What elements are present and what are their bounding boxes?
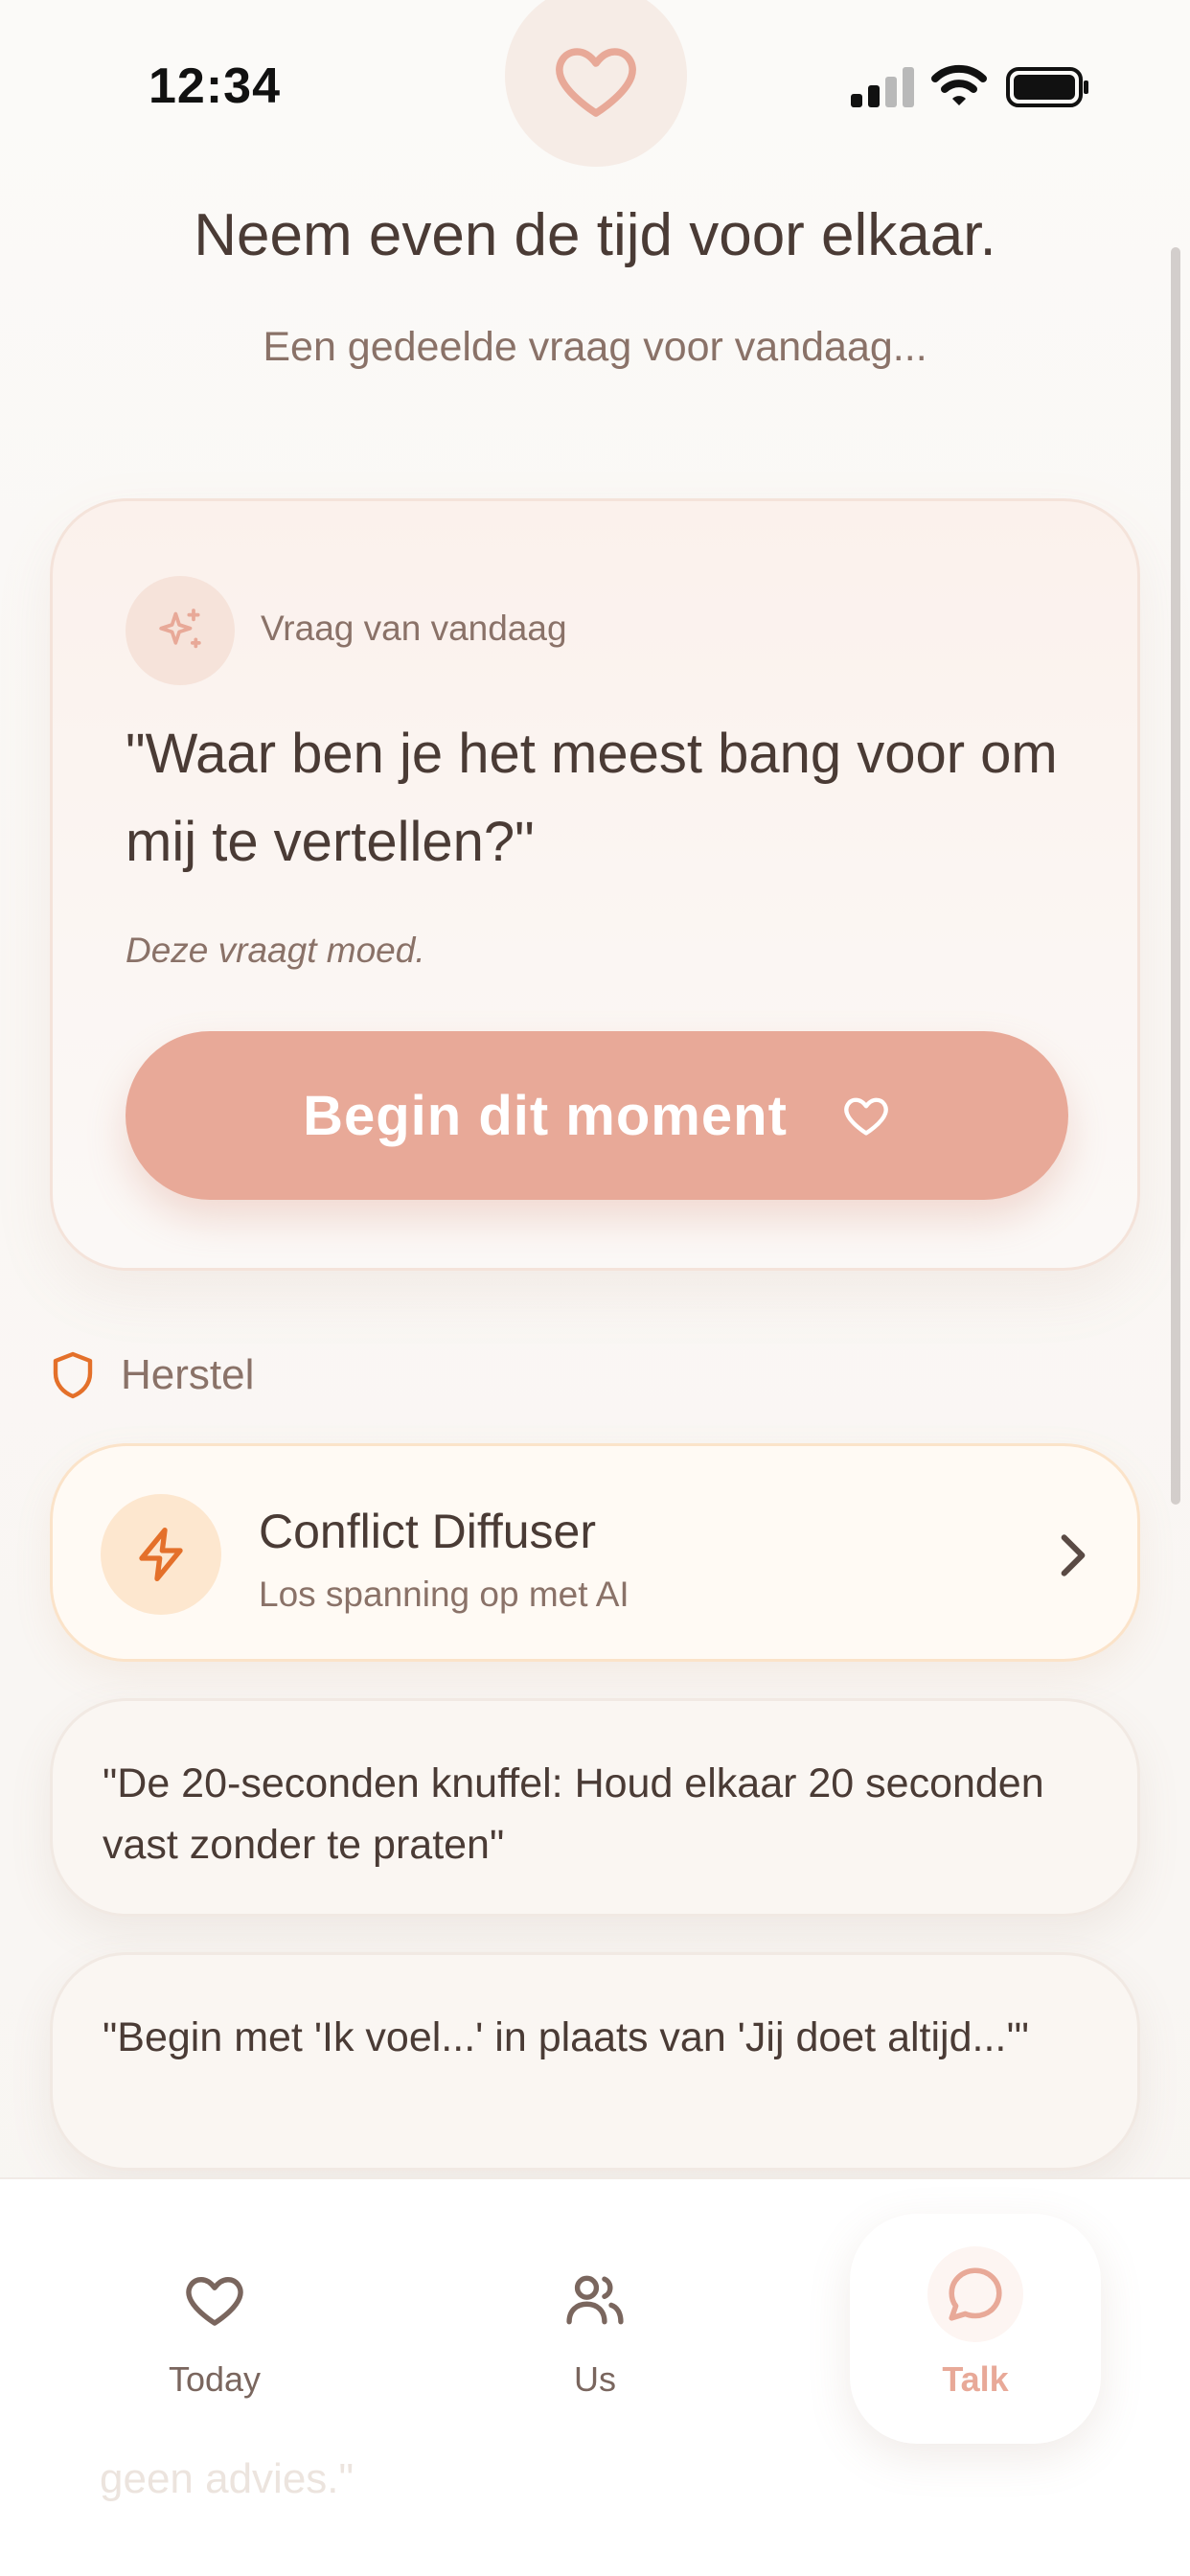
tab-today-label: Today	[168, 2359, 262, 2399]
tip-text: "De 20-seconden knuffel: Houd elkaar 20 …	[103, 1760, 1044, 1868]
sparkle-icon	[159, 609, 201, 649]
tip-card[interactable]: "Begin met 'Ik voel...' in plaats van 'J…	[50, 1952, 1140, 2171]
begin-moment-label: Begin dit moment	[303, 1084, 788, 1147]
chat-bubble-icon	[949, 2267, 1002, 2321]
cellular-signal-icon	[851, 67, 914, 107]
sparkle-badge	[126, 576, 235, 685]
wifi-icon	[931, 64, 987, 105]
tab-us-label: Us	[574, 2359, 616, 2399]
battery-icon	[1006, 67, 1088, 107]
status-time: 12:34	[149, 58, 281, 114]
heart-icon	[556, 48, 636, 117]
users-icon	[566, 2275, 624, 2325]
tab-today[interactable]: Today	[80, 2179, 349, 2467]
heart-icon	[186, 2277, 243, 2326]
talk-icon-badge	[927, 2246, 1023, 2342]
tab-us[interactable]: Us	[461, 2179, 729, 2467]
ghost-text: geen advies."	[100, 2455, 355, 2502]
section-title: Herstel	[121, 1351, 255, 1398]
conflict-diffuser-title: Conflict Diffuser	[259, 1505, 596, 1558]
question-label: Vraag van vandaag	[261, 609, 567, 648]
daily-question-card: Vraag van vandaag "Waar ben je het meest…	[50, 498, 1140, 1271]
conflict-diffuser-subtitle: Los spanning op met AI	[259, 1575, 629, 1614]
scroll-indicator[interactable]	[1171, 247, 1180, 1505]
heart-outline-icon	[844, 1097, 888, 1136]
shield-icon	[53, 1351, 93, 1399]
bolt-badge	[101, 1494, 221, 1615]
conflict-diffuser-card[interactable]: Conflict Diffuser Los spanning op met AI	[50, 1443, 1140, 1662]
tab-talk[interactable]: Talk	[850, 2214, 1101, 2444]
question-text: "Waar ben je het meest bang voor om mij …	[126, 723, 1058, 873]
chevron-right-icon	[1061, 1534, 1086, 1576]
page-subtitle: Een gedeelde vraag voor vandaag...	[263, 324, 927, 370]
tip-text: "Begin met 'Ik voel...' in plaats van 'J…	[103, 2014, 1029, 2060]
app-screen: 12:34 Neem even de tijd voor elkaar. Een…	[0, 0, 1190, 2576]
question-note: Deze vraagt moed.	[126, 931, 425, 970]
tip-card[interactable]: "De 20-seconden knuffel: Houd elkaar 20 …	[50, 1698, 1140, 1917]
page-title: Neem even de tijd voor elkaar.	[194, 202, 996, 268]
tab-bar: Today Us Talk geen advies."	[0, 2177, 1190, 2576]
section-header-herstel: Herstel	[50, 1346, 254, 1404]
tab-talk-label: Talk	[942, 2359, 1009, 2399]
lightning-bolt-icon	[139, 1528, 183, 1581]
begin-moment-button[interactable]: Begin dit moment	[126, 1031, 1068, 1200]
